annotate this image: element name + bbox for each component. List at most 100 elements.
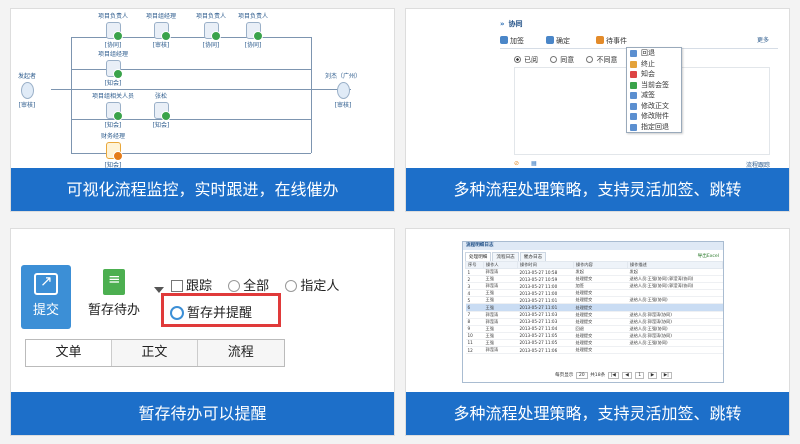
export-excel-button[interactable]: 导出Excel xyxy=(698,253,719,259)
save-pending-label: 暂存待办 xyxy=(87,303,140,318)
window-footer: ⊘ ▦ 流程跟踪 xyxy=(514,160,770,169)
confirm-button[interactable]: 确定 xyxy=(546,36,570,46)
menu-item-countersign[interactable]: 当前会签 xyxy=(627,80,681,91)
table-row[interactable]: 12 郭滢涛 2013-05-27 11:06 处理提交 xyxy=(465,346,723,355)
flow-node[interactable]: 项目负责人 [协同] xyxy=(223,11,283,49)
table-row[interactable]: 8 郭滢涛 2013-05-27 11:03 处理提交 送给人员:郭滢涛(协同) xyxy=(465,318,723,326)
table-cell: 送给人员:郭滢涛(协同) xyxy=(627,318,723,326)
menu-item-notify[interactable]: 知会 xyxy=(627,69,681,80)
table-cell: 送给人员:王强(协同) xyxy=(627,339,723,348)
flow-node[interactable]: 项目组经理 [知会] xyxy=(83,49,143,87)
table-cell: 12 xyxy=(465,346,484,355)
table-cell: 处理提交 xyxy=(573,332,628,340)
doc-icon[interactable]: ▦ xyxy=(531,160,537,167)
menu-item-edit-attachment[interactable]: 修改附件 xyxy=(627,111,681,122)
table-row[interactable]: 11 王强 2013-05-27 11:05 处理提交 送给人员:王强(协同) xyxy=(465,339,723,348)
table-cell: 发起 xyxy=(627,268,723,277)
table-cell: 2013-05-27 11:00 xyxy=(517,282,574,291)
table-row[interactable]: 10 王强 2013-05-27 11:05 处理提交 送给人员:郭滢涛(协同) xyxy=(465,332,723,340)
add-sign-button[interactable]: 加签 xyxy=(500,36,524,46)
more-link[interactable]: 更多 xyxy=(757,35,769,44)
table-header-row: 序号 操作人 操作时间 操作内容 操作描述 xyxy=(465,261,723,269)
first-page-button[interactable]: |◀ xyxy=(607,372,619,379)
table-row[interactable]: 3 郭滢涛 2013-05-27 11:00 加签 送给人员:王强(协同);郭滢涛(协同… xyxy=(465,282,723,291)
table-cell: 10 xyxy=(465,332,484,340)
table-cell: 2013-05-27 11:03 xyxy=(517,311,574,319)
column-header: 操作时间 xyxy=(517,261,574,269)
page-number-input[interactable]: 1 xyxy=(635,372,645,379)
attachment-icon[interactable]: ⊘ xyxy=(514,160,519,167)
per-page-select[interactable]: 20 xyxy=(575,372,588,379)
last-page-button[interactable]: ▶| xyxy=(660,372,672,379)
pending-icon xyxy=(596,36,604,44)
table-cell: 王强 xyxy=(483,325,518,333)
feature-tile-flow-monitor: 项目负责人 [协同] 项目组经理 [审核] 项目负责人 [协同] 项目负责人 [协同] … xyxy=(10,8,395,212)
table-cell: 处理提交 xyxy=(573,318,628,326)
toolbar-screenshot: 提交 暂存待办 跟踪 全部 指定人 暂存并提醒 文单正文流程 xyxy=(11,229,394,395)
feature-tile-save-remind: 提交 暂存待办 跟踪 全部 指定人 暂存并提醒 文单正文流程 暂存待办可以提醒 xyxy=(10,228,395,436)
assignee-radio[interactable] xyxy=(285,280,298,292)
feature-tile-strategies: 协同 加签 确定 待事件 更多 已阅 同意 不同意 回退 终止 知会 当前会签 … xyxy=(405,8,790,212)
table-cell: 王强 xyxy=(483,332,518,340)
menu-item-edit-body[interactable]: 修改正文 xyxy=(627,101,681,112)
prev-page-button[interactable]: ◀ xyxy=(622,372,632,379)
save-pending-icon xyxy=(103,269,125,295)
submit-icon xyxy=(34,272,58,295)
table-cell xyxy=(627,289,723,298)
feature-caption: 暂存待办可以提醒 xyxy=(11,392,394,435)
table-cell: 郭滢涛 xyxy=(483,268,518,277)
save-and-remind-button[interactable]: 暂存并提醒 xyxy=(161,293,281,327)
table-cell: 王强 xyxy=(483,303,518,312)
menu-item-reduce-sign[interactable]: 减签 xyxy=(627,90,681,101)
table-row[interactable]: 2 王强 2013-05-27 10:59 处理提交 送给人员:王强(协同);郭滢涛(协… xyxy=(465,275,723,284)
column-header: 序号 xyxy=(465,261,484,269)
table-row[interactable]: 7 郭滢涛 2013-05-27 11:03 处理提交 送给人员:郭滢涛(协同) xyxy=(465,311,723,319)
opinion-radios: 已阅 同意 不同意 xyxy=(514,55,627,65)
column-header: 操作描述 xyxy=(627,261,723,269)
table-cell: 王强 xyxy=(483,289,518,298)
table-cell: 王强 xyxy=(483,296,518,305)
table-cell: 2013-05-27 11:03 xyxy=(517,318,574,326)
flow-node-end[interactable]: 刘杰（广州） [审核] xyxy=(313,71,373,109)
table-cell: 处理提交 xyxy=(573,303,628,312)
radio-disagree[interactable]: 不同意 xyxy=(586,56,617,64)
add-sign-icon xyxy=(500,36,508,44)
submit-label: 提交 xyxy=(32,303,59,318)
submit-button[interactable]: 提交 xyxy=(21,265,71,329)
flow-node-start[interactable]: 发起者 [审核] xyxy=(11,71,57,109)
all-radio[interactable] xyxy=(228,280,241,292)
table-cell: 郭滢涛 xyxy=(483,318,518,326)
menu-item-specified-rollback[interactable]: 指定回退 xyxy=(627,122,681,133)
table-row[interactable]: 6 王强 2013-05-27 11:01 处理提交 xyxy=(465,303,723,312)
feature-caption: 多种流程处理策略，支持灵活加签、跳转 xyxy=(406,392,789,435)
window-title: 协同 xyxy=(500,19,523,29)
table-row[interactable]: 9 王强 2013-05-27 11:04 回退 送给人员:王强(协同) xyxy=(465,325,723,333)
pending-button[interactable]: 待事件 xyxy=(596,36,627,46)
radio-agree[interactable]: 同意 xyxy=(550,56,574,64)
table-cell: 9 xyxy=(465,325,484,333)
save-pending-button[interactable]: 暂存待办 xyxy=(81,265,164,318)
menu-item-rollback[interactable]: 回退 xyxy=(627,48,681,59)
table-row[interactable]: 1 郭滢涛 2013-05-27 10:58 发起 发起 xyxy=(465,268,723,277)
table-cell: 11 xyxy=(465,339,484,348)
table-cell: 2013-05-27 11:05 xyxy=(517,339,574,348)
table-row[interactable]: 4 王强 2013-05-27 11:00 处理提交 xyxy=(465,289,723,298)
table-cell: 1 xyxy=(465,268,484,277)
table-cell: 加签 xyxy=(573,282,628,291)
track-options: 跟踪 全部 指定人 xyxy=(171,275,339,294)
track-checkbox[interactable] xyxy=(171,280,183,292)
tab-flow[interactable]: 流程 xyxy=(198,340,284,366)
next-page-button[interactable]: ▶ xyxy=(647,372,658,379)
radio-read[interactable]: 已阅 xyxy=(514,56,538,64)
flow-node[interactable]: 财务经理 [知会] xyxy=(83,131,143,169)
flow-node[interactable]: 张松 [知会] xyxy=(131,91,191,129)
table-cell: 处理提交 xyxy=(573,311,628,319)
table-cell: 郭滢涛 xyxy=(483,346,518,355)
menu-item-terminate[interactable]: 终止 xyxy=(627,59,681,70)
tab-body[interactable]: 正文 xyxy=(112,340,198,366)
table-row[interactable]: 5 王强 2013-05-27 11:01 处理提交 送给人员:王强(协同) xyxy=(465,296,723,305)
tab-form[interactable]: 文单 xyxy=(26,340,112,366)
table-cell xyxy=(627,303,723,312)
table-cell: 2013-05-27 10:58 xyxy=(517,268,574,277)
table-cell: 2013-05-27 11:00 xyxy=(517,289,574,298)
